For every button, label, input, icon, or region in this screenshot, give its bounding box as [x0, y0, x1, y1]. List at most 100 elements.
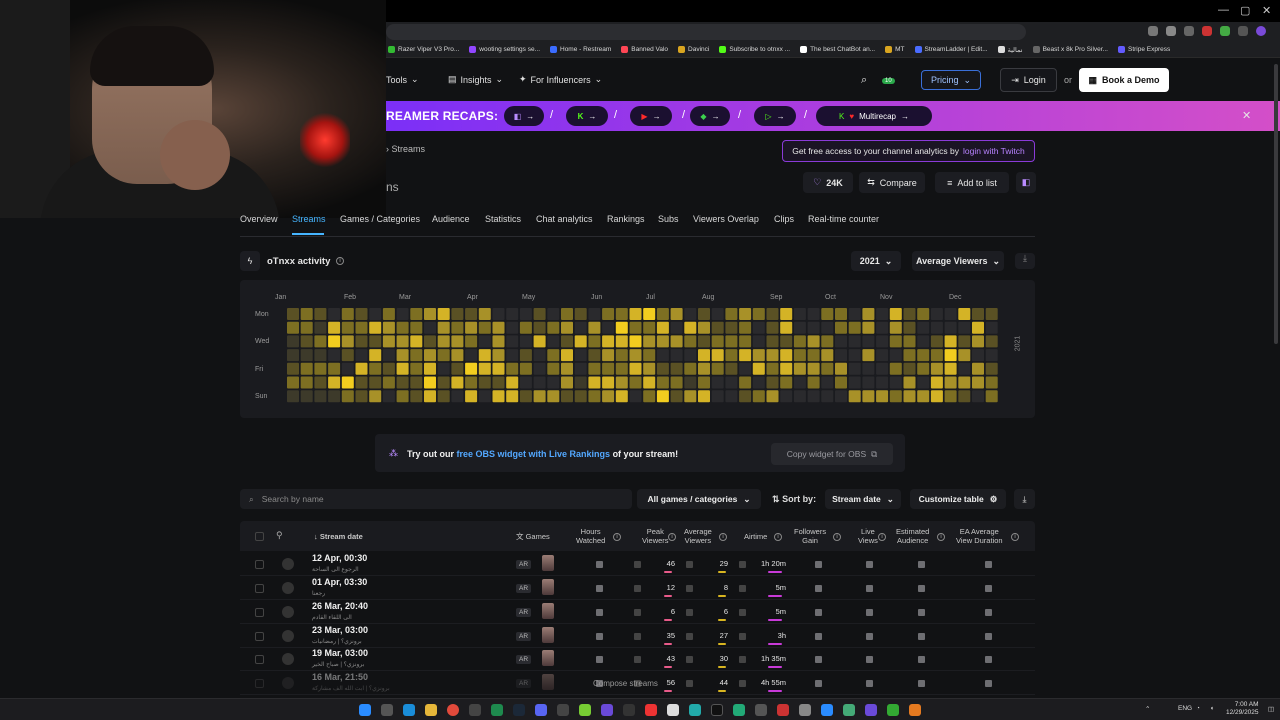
heatmap-cell[interactable]: [629, 376, 642, 389]
heatmap-cell[interactable]: [944, 349, 957, 362]
heatmap-cell[interactable]: [396, 362, 409, 375]
heatmap-cell[interactable]: [615, 362, 628, 375]
heatmap-cell[interactable]: [396, 335, 409, 348]
bookmark[interactable]: Razer Viper V3 Pro...: [388, 46, 459, 53]
heatmap-cell[interactable]: [780, 390, 793, 403]
heatmap-cell[interactable]: [369, 376, 382, 389]
heatmap-cell[interactable]: [424, 390, 436, 403]
heatmap-cell[interactable]: [903, 308, 916, 320]
heatmap-cell[interactable]: [780, 335, 793, 348]
heatmap-cell[interactable]: [930, 349, 943, 362]
app-icon[interactable]: [557, 704, 569, 716]
heatmap-cell[interactable]: [588, 308, 601, 320]
heatmap-cell[interactable]: [451, 335, 464, 348]
heatmap-cell[interactable]: [876, 335, 889, 348]
heatmap-cell[interactable]: [889, 335, 902, 348]
heatmap-cell[interactable]: [876, 390, 889, 403]
heatmap-cell[interactable]: [684, 390, 697, 403]
recap-pill-youtube[interactable]: ▶ →: [630, 106, 672, 126]
heatmap-cell[interactable]: [972, 390, 984, 403]
recap-pill-other[interactable]: ▷ →: [754, 106, 796, 126]
heatmap-cell[interactable]: [561, 362, 573, 375]
heatmap-cell[interactable]: [958, 362, 971, 375]
heatmap-cell[interactable]: [780, 362, 793, 375]
heatmap-cell[interactable]: [382, 362, 395, 375]
folder-icon[interactable]: [425, 704, 437, 716]
info-icon[interactable]: i: [1011, 533, 1019, 541]
heatmap-cell[interactable]: [355, 321, 368, 334]
heatmap-cell[interactable]: [958, 390, 971, 403]
heatmap-cell[interactable]: [766, 376, 779, 389]
heatmap-cell[interactable]: [821, 335, 834, 348]
info-icon[interactable]: i: [833, 533, 841, 541]
col-followers-gain[interactable]: Followers Gain: [794, 527, 826, 545]
heatmap-cell[interactable]: [670, 376, 683, 389]
heatmap-cell[interactable]: [985, 362, 998, 375]
heatmap-cell[interactable]: [780, 321, 793, 334]
heatmap-cell[interactable]: [369, 349, 382, 362]
copy-widget-button[interactable]: Copy widget for OBS ⧉: [771, 443, 893, 465]
heatmap-cell[interactable]: [410, 321, 423, 334]
tray-chevron-icon[interactable]: ⌃: [1145, 705, 1150, 713]
play-icon[interactable]: [282, 677, 294, 689]
clock[interactable]: 7:00 AM 12/29/2025: [1226, 701, 1259, 717]
heatmap-cell[interactable]: [615, 321, 628, 334]
tab-viewers-overlap[interactable]: Viewers Overlap: [693, 214, 759, 224]
table-row[interactable]: 01 Apr, 03:30 رجعنا AR 12 8 5m: [240, 576, 1035, 600]
heatmap-cell[interactable]: [807, 349, 820, 362]
heatmap-cell[interactable]: [355, 376, 368, 389]
heatmap-cell[interactable]: [341, 321, 354, 334]
heatmap-cell[interactable]: [437, 390, 450, 403]
heatmap-cell[interactable]: [492, 390, 505, 403]
heatmap-cell[interactable]: [382, 376, 395, 389]
heatmap-cell[interactable]: [574, 376, 587, 389]
game-thumbnail[interactable]: [542, 627, 554, 643]
heatmap-cell[interactable]: [629, 362, 642, 375]
heatmap-cell[interactable]: [862, 321, 875, 334]
profile-avatar[interactable]: [1256, 26, 1266, 36]
heatmap-cell[interactable]: [917, 321, 930, 334]
heatmap-cell[interactable]: [396, 308, 409, 320]
col-airtime[interactable]: Airtime: [744, 532, 767, 541]
heatmap-cell[interactable]: [492, 376, 505, 389]
heatmap-cell[interactable]: [533, 362, 546, 375]
heatmap-cell[interactable]: [314, 390, 327, 403]
login-button[interactable]: ⇥ Login: [1000, 68, 1057, 92]
heatmap-cell[interactable]: [752, 349, 765, 362]
heatmap-cell[interactable]: [835, 349, 847, 362]
heatmap-cell[interactable]: [862, 308, 875, 320]
zoom-icon[interactable]: [1148, 26, 1158, 36]
heatmap-cell[interactable]: [848, 376, 861, 389]
bookmark[interactable]: MT: [885, 46, 905, 53]
heatmap-cell[interactable]: [451, 349, 464, 362]
heatmap-cell[interactable]: [752, 362, 765, 375]
heatmap-cell[interactable]: [656, 376, 669, 389]
heatmap-cell[interactable]: [917, 335, 930, 348]
heatmap-cell[interactable]: [917, 376, 930, 389]
heatmap-cell[interactable]: [807, 321, 820, 334]
heatmap-cell[interactable]: [615, 308, 628, 320]
heatmap-cell[interactable]: [533, 308, 546, 320]
heatmap-cell[interactable]: [835, 390, 847, 403]
app-icon[interactable]: [865, 704, 877, 716]
row-checkbox[interactable]: [255, 655, 264, 664]
heatmap-cell[interactable]: [506, 362, 519, 375]
heatmap-cell[interactable]: [314, 335, 327, 348]
heatmap-cell[interactable]: [876, 308, 889, 320]
volume-icon[interactable]: ◖: [1210, 705, 1214, 712]
heatmap-cell[interactable]: [574, 362, 587, 375]
heatmap-cell[interactable]: [739, 335, 752, 348]
heatmap-cell[interactable]: [917, 362, 930, 375]
extension-icon[interactable]: [1220, 26, 1230, 36]
app-icon[interactable]: [469, 704, 481, 716]
tab-games[interactable]: Games / Categories: [340, 214, 420, 224]
login-twitch-link[interactable]: login with Twitch: [963, 146, 1025, 156]
app-icon[interactable]: [755, 704, 767, 716]
heatmap-cell[interactable]: [876, 362, 889, 375]
col-estimated-audience[interactable]: Estimated Audience: [896, 527, 929, 545]
heatmap-cell[interactable]: [602, 390, 615, 403]
heatmap-cell[interactable]: [739, 308, 752, 320]
heatmap-cell[interactable]: [876, 376, 889, 389]
heatmap-cell[interactable]: [930, 308, 943, 320]
heatmap-cell[interactable]: [437, 308, 450, 320]
